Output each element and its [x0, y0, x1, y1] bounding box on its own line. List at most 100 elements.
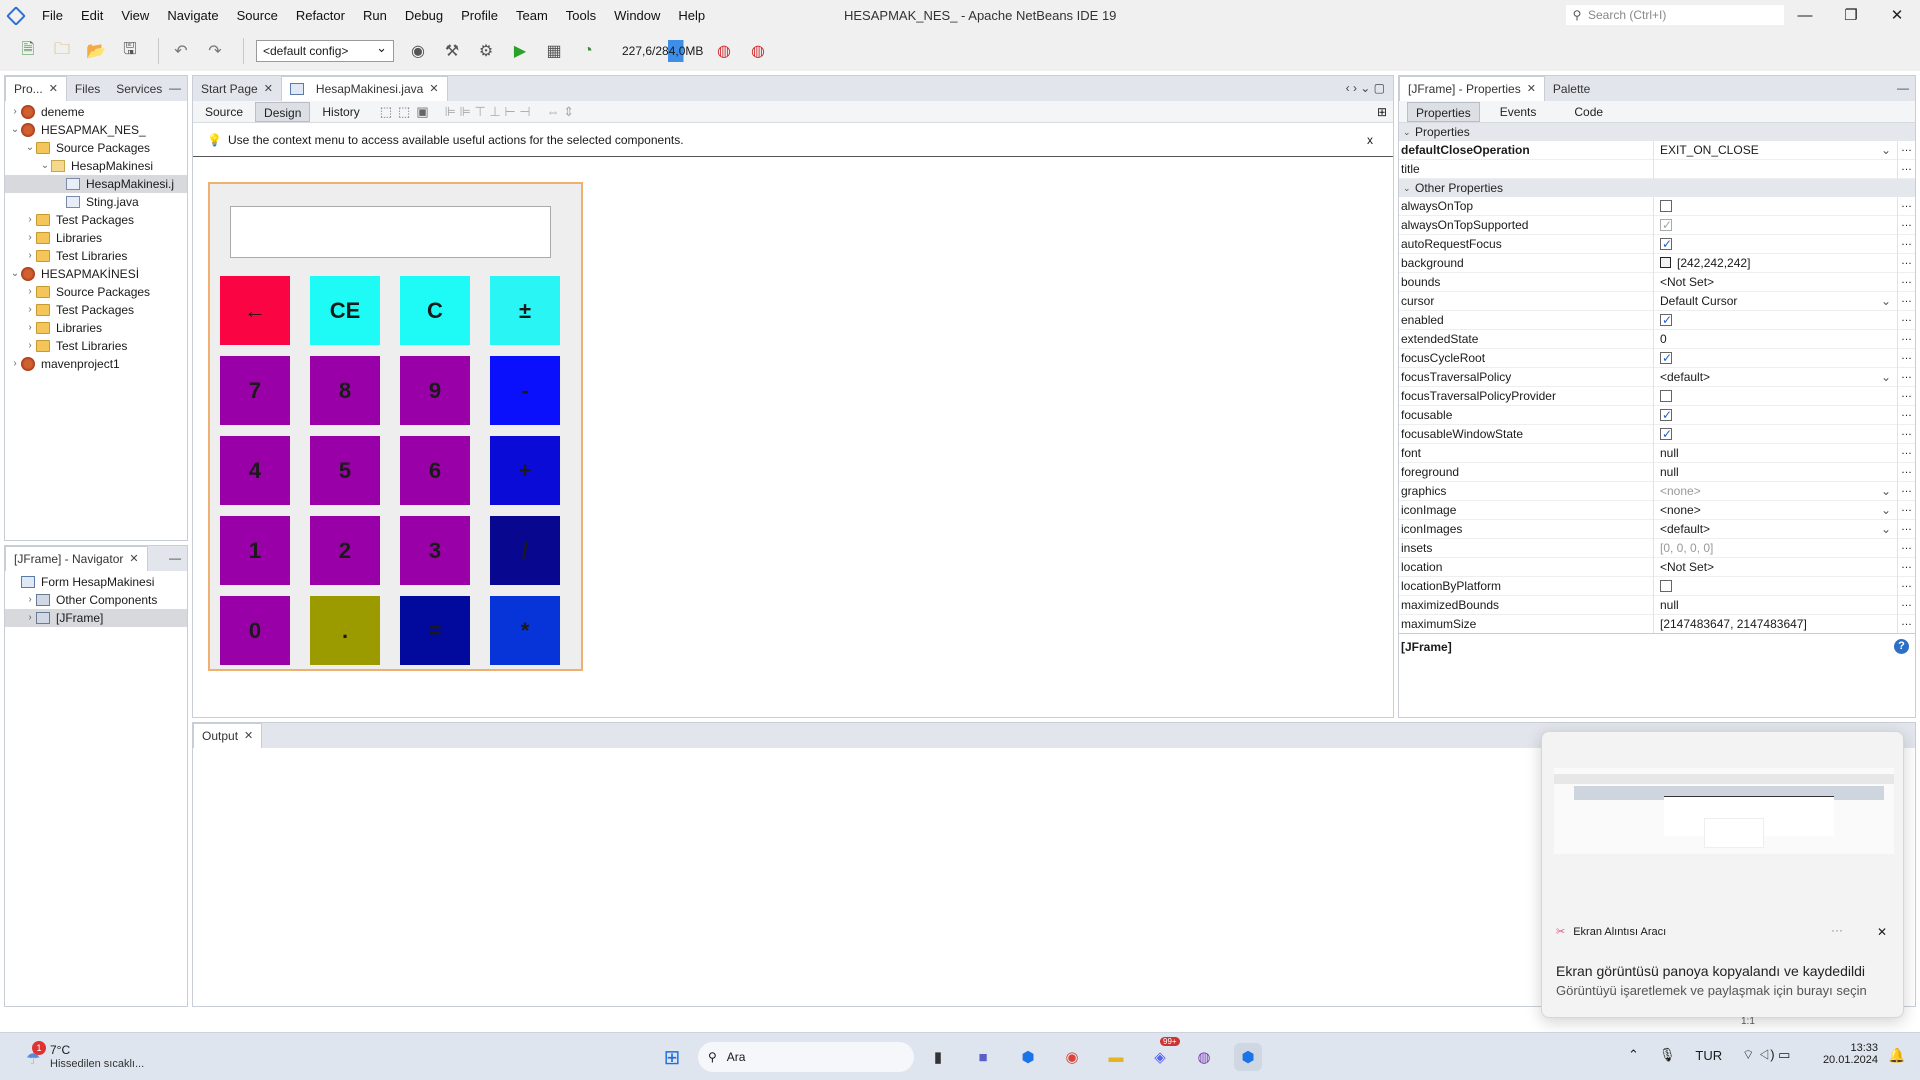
chevron-right-icon[interactable]: ›: [9, 103, 21, 121]
events-tab[interactable]: Events: [1492, 102, 1545, 122]
property-value[interactable]: [1653, 215, 1897, 235]
menu-refactor[interactable]: Refactor: [287, 0, 354, 31]
chevron-right-icon[interactable]: ›: [24, 247, 36, 265]
chevron-down-icon[interactable]: ⌄: [1881, 292, 1891, 311]
property-value[interactable]: [1653, 424, 1897, 444]
checkbox[interactable]: [1660, 311, 1672, 330]
tree-item[interactable]: › Libraries: [5, 229, 187, 247]
property-row[interactable]: cursor Default Cursor ⌄…: [1399, 291, 1915, 311]
property-row[interactable]: focusCycleRoot…: [1399, 348, 1915, 368]
custom-editor-button[interactable]: …: [1897, 234, 1915, 254]
custom-editor-button[interactable]: …: [1897, 557, 1915, 577]
custom-editor-button[interactable]: …: [1897, 215, 1915, 235]
run-icon[interactable]: ▶: [506, 37, 534, 65]
tab-palette[interactable]: Palette: [1545, 77, 1598, 101]
custom-editor-button[interactable]: …: [1897, 329, 1915, 349]
chevron-down-icon[interactable]: ⌄: [24, 139, 36, 157]
tab-hesapmakinesi-java[interactable]: HesapMakinesi.java ✕: [280, 76, 448, 101]
align-icons[interactable]: ⊫ ⊫ ⊤ ⊥ ⊢ ⊣: [445, 104, 531, 120]
tab-navigator[interactable]: [JFrame] - Navigator ✕: [5, 546, 148, 571]
minimize-panel-icon[interactable]: —: [169, 551, 181, 565]
custom-editor-button[interactable]: …: [1897, 348, 1915, 368]
custom-editor-button[interactable]: …: [1897, 481, 1915, 501]
custom-editor-button[interactable]: …: [1897, 253, 1915, 273]
calculator-display[interactable]: [230, 206, 551, 258]
new-file-icon[interactable]: 🗎: [14, 37, 42, 65]
language-indicator[interactable]: TUR: [1695, 1048, 1722, 1063]
code-tab[interactable]: Code: [1566, 102, 1611, 122]
taskbar-search[interactable]: ⚲ Ara: [698, 1042, 914, 1072]
chevron-down-icon[interactable]: ⌄: [39, 157, 51, 175]
tree-item[interactable]: › Test Libraries: [5, 337, 187, 355]
property-row[interactable]: background [242,242,242]…: [1399, 253, 1915, 273]
property-value[interactable]: 0: [1653, 329, 1897, 349]
property-value[interactable]: <none> ⌄: [1653, 481, 1897, 501]
close-icon[interactable]: ✕: [1527, 77, 1536, 101]
tree-item[interactable]: Form HesapMakinesi: [5, 573, 187, 591]
undo-icon[interactable]: ↶: [167, 37, 195, 65]
chevron-down-icon[interactable]: ⌄: [1881, 141, 1891, 160]
source-view-button[interactable]: Source: [197, 102, 251, 122]
menu-tools[interactable]: Tools: [557, 0, 605, 31]
property-row[interactable]: maximizedBounds null…: [1399, 595, 1915, 615]
checkbox[interactable]: [1660, 406, 1672, 425]
config-select[interactable]: <default config>: [256, 38, 394, 62]
restore-icon[interactable]: ❐: [1828, 0, 1874, 31]
discord-icon[interactable]: ◈: [1146, 1043, 1174, 1071]
checkbox[interactable]: [1660, 235, 1672, 254]
property-value[interactable]: [2147483647, 2147483647]: [1653, 614, 1897, 633]
notification-bell-icon[interactable]: 🔔: [1888, 1047, 1905, 1064]
search-box[interactable]: ⚲ Search (Ctrl+I): [1566, 5, 1784, 25]
chevron-right-icon[interactable]: ›: [24, 283, 36, 301]
custom-editor-button[interactable]: …: [1897, 595, 1915, 615]
key-button[interactable]: 0: [220, 596, 290, 665]
key-button[interactable]: 2: [310, 516, 380, 585]
property-row[interactable]: alwaysOnTop…: [1399, 196, 1915, 216]
properties-tab[interactable]: Properties: [1407, 101, 1480, 122]
menu-file[interactable]: File: [33, 0, 72, 31]
tree-item[interactable]: › [JFrame]: [5, 609, 187, 627]
tree-item[interactable]: › mavenproject1: [5, 355, 187, 373]
property-value[interactable]: [1653, 196, 1897, 216]
design-view-button[interactable]: Design: [255, 101, 311, 122]
custom-editor-button[interactable]: …: [1897, 614, 1915, 633]
gc-profile-icon[interactable]: ◍: [744, 37, 772, 65]
tree-item[interactable]: ⌄ HESAPMAKİNESİ: [5, 265, 187, 283]
key-button[interactable]: CE: [310, 276, 380, 345]
property-value[interactable]: <Not Set>: [1653, 557, 1897, 577]
profile-icon[interactable]: ◔: [574, 37, 602, 65]
property-row[interactable]: autoRequestFocus…: [1399, 234, 1915, 254]
connection-mode-icon[interactable]: ⬚: [398, 104, 410, 120]
property-value[interactable]: <Not Set>: [1653, 272, 1897, 292]
help-icon[interactable]: ?: [1894, 639, 1909, 654]
chevron-right-icon[interactable]: ›: [24, 301, 36, 319]
property-row[interactable]: alwaysOnTopSupported…: [1399, 215, 1915, 235]
key-button[interactable]: -: [490, 356, 560, 425]
chevron-right-icon[interactable]: ›: [24, 229, 36, 247]
tree-item[interactable]: › Test Libraries: [5, 247, 187, 265]
teams-icon[interactable]: ■: [969, 1043, 997, 1071]
close-icon[interactable]: ✕: [244, 724, 253, 748]
property-value[interactable]: [1653, 386, 1897, 406]
chevron-right-icon[interactable]: ›: [24, 337, 36, 355]
tree-item[interactable]: HesapMakinesi.j: [5, 175, 187, 193]
tree-item[interactable]: › Test Packages: [5, 301, 187, 319]
key-button[interactable]: =: [400, 596, 470, 665]
task-view-icon[interactable]: ▮: [924, 1043, 952, 1071]
chevron-right-icon[interactable]: ›: [24, 319, 36, 337]
chevron-down-icon[interactable]: ⌄: [9, 265, 21, 283]
custom-editor-button[interactable]: …: [1897, 272, 1915, 292]
custom-editor-button[interactable]: …: [1897, 386, 1915, 406]
tab-output[interactable]: Output ✕: [193, 723, 263, 748]
maximize-editor-icon[interactable]: ‹ › ⌄ ▢: [1346, 81, 1385, 95]
property-value[interactable]: [1653, 348, 1897, 368]
custom-editor-button[interactable]: …: [1897, 443, 1915, 463]
toast-more-button[interactable]: ···: [1831, 923, 1843, 937]
custom-editor-button[interactable]: …: [1897, 196, 1915, 216]
property-row[interactable]: focusTraversalPolicy <default> ⌄…: [1399, 367, 1915, 387]
key-button[interactable]: ←: [220, 276, 290, 345]
tree-item[interactable]: › Other Components: [5, 591, 187, 609]
tree-item[interactable]: ⌄ HESAPMAK_NES_: [5, 121, 187, 139]
section-other-properties[interactable]: ⌄ Other Properties: [1399, 179, 1915, 197]
menu-run[interactable]: Run: [354, 0, 396, 31]
